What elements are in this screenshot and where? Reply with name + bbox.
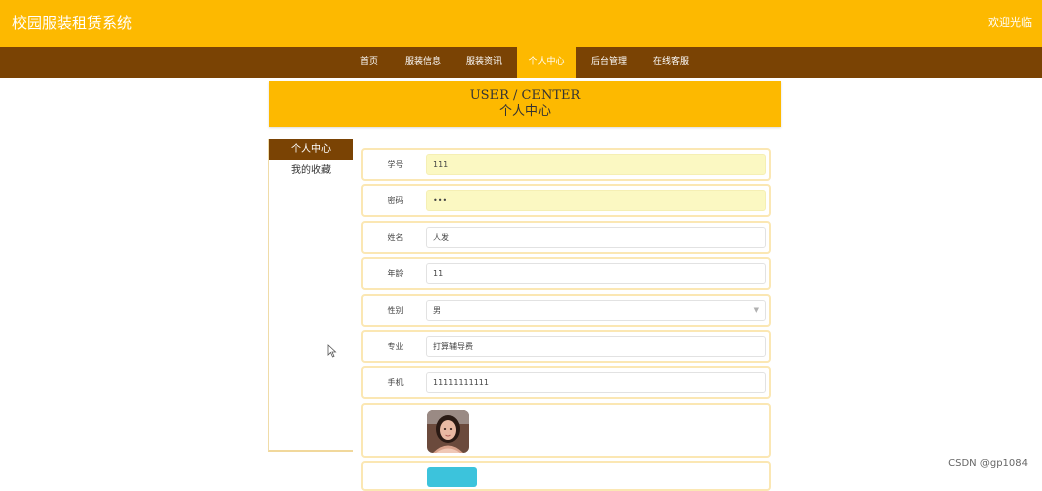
- nav-clothing-news[interactable]: 服装资讯: [456, 47, 512, 78]
- form-row-age: 年龄 11: [361, 257, 771, 290]
- sidebar: 个人中心 我的收藏: [268, 139, 353, 452]
- form-row-upload: [361, 461, 771, 491]
- chevron-down-icon: ▼: [753, 306, 759, 314]
- form-row-gender: 性别 男 ▼: [361, 294, 771, 327]
- nav-online-service[interactable]: 在线客服: [643, 47, 699, 78]
- avatar-photo-icon: [427, 410, 469, 453]
- nav-home[interactable]: 首页: [350, 47, 388, 78]
- password-label: 密码: [387, 196, 404, 205]
- form-row-student-id: 学号 111: [361, 148, 771, 181]
- watermark: CSDN @gp1084: [948, 458, 1028, 469]
- form-row-major: 专业 打算辅导费: [361, 330, 771, 363]
- phone-label: 手机: [387, 378, 404, 387]
- gender-label: 性别: [387, 306, 404, 315]
- site-title: 校园服装租赁系统: [12, 14, 133, 32]
- age-label: 年龄: [387, 269, 404, 278]
- nav-personal-center[interactable]: 个人中心: [517, 47, 576, 78]
- page-banner: USER / CENTER 个人中心: [269, 81, 781, 127]
- major-label: 专业: [387, 342, 404, 351]
- name-label: 姓名: [387, 233, 404, 242]
- gender-select-value: 男: [433, 306, 441, 315]
- sidebar-item-personal-center[interactable]: 个人中心: [269, 139, 353, 160]
- upload-button[interactable]: [427, 467, 477, 487]
- nav-admin[interactable]: 后台管理: [582, 47, 636, 78]
- student-id-input[interactable]: 111: [426, 154, 766, 175]
- banner-title-zh: 个人中心: [498, 104, 551, 119]
- form-row-password: 密码 •••: [361, 184, 771, 217]
- avatar[interactable]: [427, 410, 469, 453]
- form-row-avatar: [361, 403, 771, 458]
- age-input[interactable]: 11: [426, 263, 766, 284]
- sidebar-item-favorites[interactable]: 我的收藏: [269, 160, 353, 181]
- nav-clothing-info[interactable]: 服装信息: [396, 47, 450, 78]
- form-row-name: 姓名 人发: [361, 221, 771, 254]
- welcome-text: 欢迎光临: [988, 16, 1032, 29]
- phone-input[interactable]: 11111111111: [426, 372, 766, 393]
- main-nav: 首页 服装信息 服装资讯 个人中心 后台管理 在线客服: [0, 47, 1042, 78]
- gender-select[interactable]: 男 ▼: [426, 300, 766, 321]
- top-header: 校园服装租赁系统 欢迎光临: [0, 0, 1042, 47]
- major-input[interactable]: 打算辅导费: [426, 336, 766, 357]
- mouse-cursor-icon: [327, 344, 337, 358]
- banner-title-en: USER / CENTER: [469, 88, 581, 103]
- form-row-phone: 手机 11111111111: [361, 366, 771, 399]
- name-input[interactable]: 人发: [426, 227, 766, 248]
- password-input[interactable]: •••: [426, 190, 766, 211]
- student-id-label: 学号: [387, 160, 404, 169]
